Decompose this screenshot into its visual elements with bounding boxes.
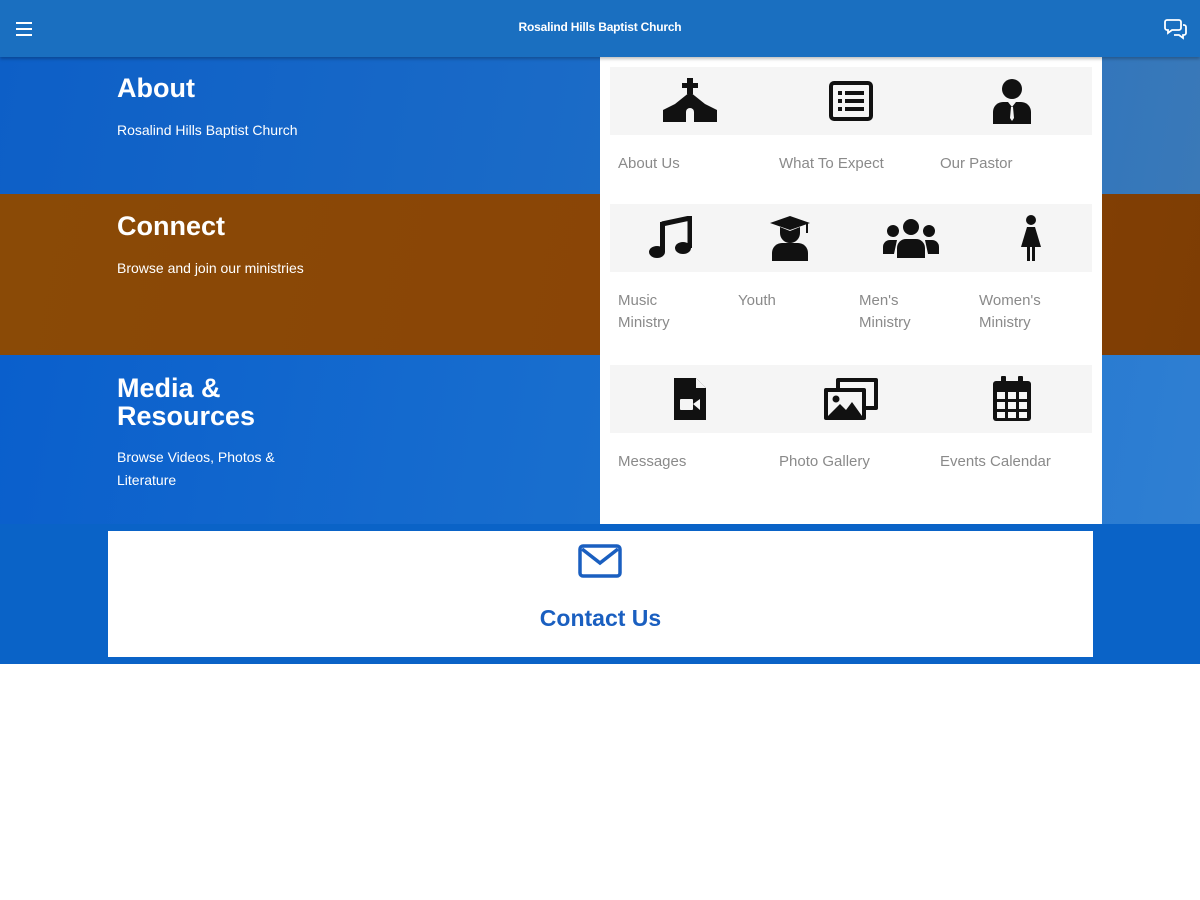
tile-events-calendar[interactable]: Events Calendar	[932, 365, 1092, 470]
app-title: Rosalind Hills Baptist Church	[518, 20, 682, 34]
about-panel: About Us What To Expect Our Pastor	[600, 57, 1102, 194]
about-heading: About	[117, 73, 195, 103]
chat-bubbles-icon[interactable]	[1164, 16, 1188, 40]
tile-about-us[interactable]: About Us	[610, 67, 770, 172]
tile-label: Women's Ministry	[979, 292, 1041, 331]
tile-messages[interactable]: Messages	[610, 365, 770, 470]
list-icon	[829, 81, 873, 121]
connect-subtitle: Browse and join our ministries	[117, 260, 304, 276]
calendar-icon	[993, 376, 1031, 421]
about-icon-strip: About Us What To Expect Our Pastor	[610, 67, 1092, 172]
tile-label: Our Pastor	[940, 155, 1013, 172]
connect-heading: Connect	[117, 211, 225, 241]
photo-gallery-icon	[824, 378, 878, 420]
media-heading: Media & Resources	[117, 373, 256, 431]
tile-label: Men's Ministry	[859, 292, 911, 331]
envelope-icon	[578, 544, 622, 578]
music-note-icon	[649, 216, 692, 258]
graduate-icon	[770, 216, 810, 261]
tile-label: Messages	[618, 453, 687, 470]
church-icon	[663, 78, 717, 122]
tile-label: Photo Gallery	[779, 453, 870, 470]
video-file-icon	[674, 378, 706, 420]
tile-music-ministry[interactable]: Music Ministry	[610, 204, 730, 331]
media-panel: Messages Photo Gallery Events Calendar	[600, 355, 1102, 524]
tile-label: What To Expect	[779, 155, 884, 172]
media-subtitle: Browse Videos, Photos & Literature	[117, 449, 275, 488]
connect-icon-strip: Music Ministry Youth Men's Ministry Wome…	[610, 204, 1092, 331]
tile-label: About Us	[618, 155, 680, 172]
tile-mens-ministry[interactable]: Men's Ministry	[851, 204, 971, 331]
tile-label: Youth	[738, 292, 776, 309]
about-subtitle: Rosalind Hills Baptist Church	[117, 122, 298, 138]
tile-our-pastor[interactable]: Our Pastor	[932, 67, 1092, 172]
pastor-icon	[993, 79, 1031, 124]
contact-us-label: Contact Us	[539, 605, 662, 631]
tile-photo-gallery[interactable]: Photo Gallery	[771, 365, 931, 470]
tile-youth[interactable]: Youth	[730, 204, 850, 309]
woman-icon	[1021, 215, 1041, 261]
tile-label: Events Calendar	[940, 453, 1051, 470]
tile-womens-ministry[interactable]: Women's Ministry	[971, 204, 1091, 331]
connect-panel: Music Ministry Youth Men's Ministry Wome…	[600, 194, 1102, 355]
tile-what-to-expect[interactable]: What To Expect	[771, 67, 931, 172]
media-icon-strip: Messages Photo Gallery Events Calendar	[610, 365, 1092, 470]
contact-us-button[interactable]: Contact Us	[108, 531, 1093, 657]
tile-label: Music Ministry	[618, 292, 670, 331]
app-bar: Rosalind Hills Baptist Church	[0, 0, 1200, 57]
group-icon	[883, 219, 939, 258]
